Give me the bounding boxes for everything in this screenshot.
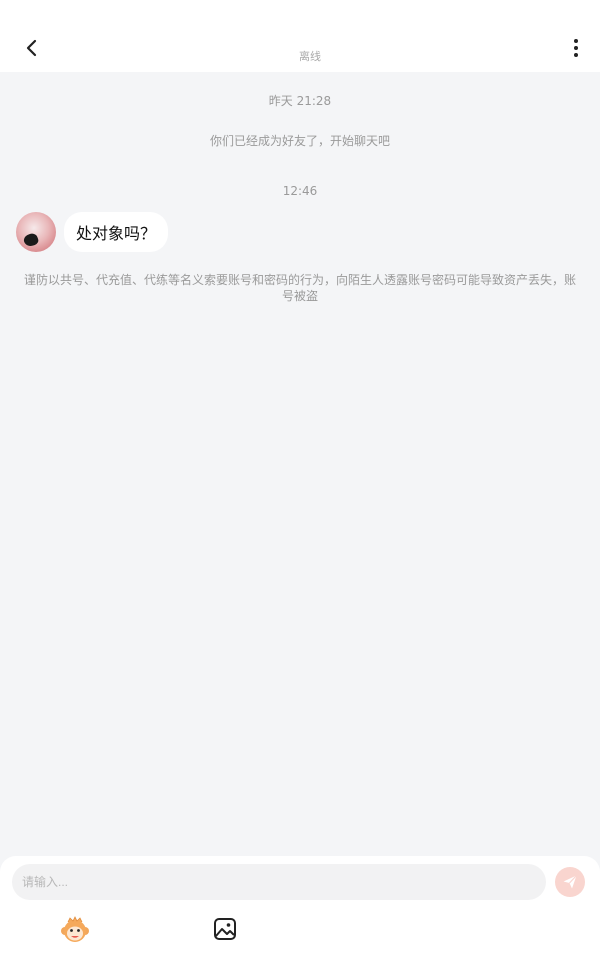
image-button[interactable] bbox=[212, 916, 238, 942]
timestamp: 12:46 bbox=[282, 184, 318, 198]
message-bubble[interactable]: 处对象吗？ bbox=[64, 212, 169, 252]
avatar[interactable] bbox=[16, 212, 56, 252]
online-status: 离线 bbox=[299, 50, 321, 63]
timestamp: 昨天 21:28 bbox=[268, 94, 332, 108]
message-input[interactable] bbox=[12, 864, 546, 900]
send-button[interactable] bbox=[555, 867, 585, 897]
monkey-sticker-icon bbox=[61, 916, 89, 942]
message-item: 处对象吗？ bbox=[16, 212, 169, 252]
send-icon bbox=[563, 875, 577, 889]
image-icon bbox=[214, 918, 236, 940]
header: 离线 bbox=[0, 0, 600, 72]
system-notice: 你们已经成为好友了，开始聊天吧 bbox=[209, 134, 390, 148]
more-button[interactable] bbox=[566, 34, 586, 62]
input-bar bbox=[0, 856, 600, 960]
sticker-button[interactable] bbox=[60, 916, 90, 946]
message-list[interactable]: 昨天 21:28 你们已经成为好友了，开始聊天吧 12:46 处对象吗？ 谨防以… bbox=[0, 72, 600, 856]
chat-screen: 离线 昨天 21:28 你们已经成为好友了，开始聊天吧 12:46 处对象吗？ … bbox=[0, 0, 600, 960]
safety-warning: 谨防以共号、代充值、代练等名义索要账号和密码的行为，向陌生人透露账号密码可能导致… bbox=[23, 273, 576, 303]
more-vertical-icon bbox=[574, 39, 578, 43]
